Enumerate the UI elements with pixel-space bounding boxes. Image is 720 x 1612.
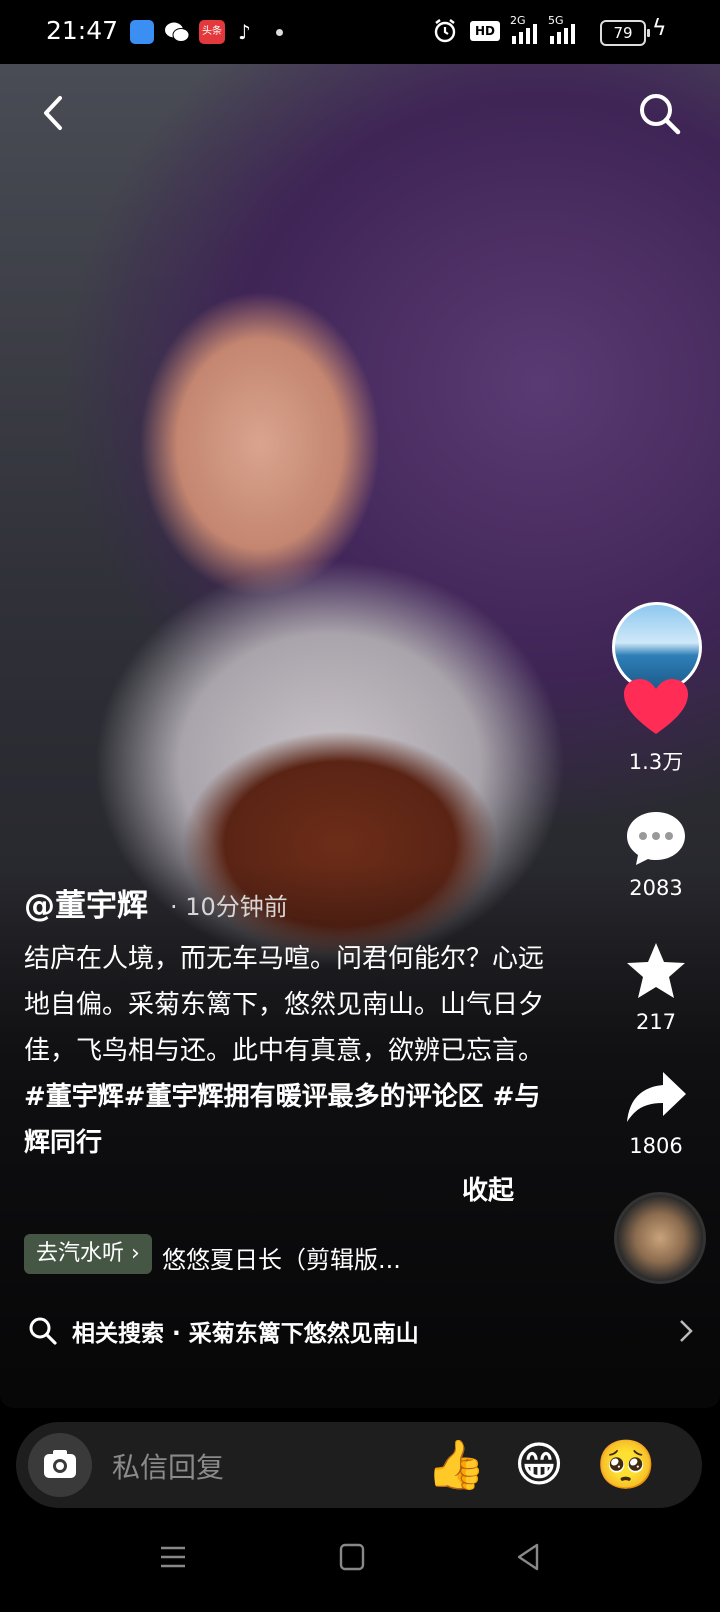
like-button[interactable]: 1.3万 [606, 676, 706, 776]
system-nav-bar [0, 1530, 720, 1612]
battery-indicator: 79 [600, 20, 650, 46]
home-nav-icon[interactable] [338, 1542, 366, 1572]
comment-button[interactable]: 2083 [606, 808, 706, 900]
hashtag-link[interactable]: #董宇辉拥有暖评最多的评论区 [124, 1082, 484, 1112]
music-title[interactable]: 悠悠夏日长（剪辑版... [162, 1240, 401, 1275]
star-icon [627, 943, 685, 998]
back-nav-icon[interactable] [514, 1542, 542, 1572]
music-disc[interactable] [614, 1192, 706, 1284]
music-chip-button[interactable]: 去汽水听 › [24, 1234, 152, 1274]
hashtag-link[interactable]: #董宇辉 [24, 1082, 124, 1112]
chevron-right-icon [680, 1320, 693, 1342]
post-caption: 结庐在人境，而无车马喧。问君何能尔？心远地自偏。采菊东篱下，悠然见南山。山气日夕… [24, 936, 544, 1166]
app-notification-icon [130, 20, 154, 44]
share-arrow-icon [627, 1072, 686, 1122]
related-search-label: 相关搜索 · 采菊东篱下悠然见南山 [72, 1321, 419, 1347]
comment-icon [627, 812, 685, 865]
thumbs-up-emoji-button[interactable]: 👍 [426, 1436, 486, 1494]
camera-button[interactable] [28, 1433, 92, 1497]
search-icon [640, 94, 681, 135]
author-name[interactable]: @董宇辉 [24, 880, 148, 925]
message-input-bar: 私信回复 👍 😁 🥺 [16, 1422, 702, 1508]
camera-icon [44, 1450, 76, 1478]
post-time: · 10分钟前 [170, 893, 288, 921]
share-count: 1806 [629, 1134, 683, 1158]
alarm-icon [434, 19, 456, 43]
status-bar: 21:47 头条 ♪ HD 2G 5G 79 ϟ [0, 0, 720, 64]
hd-icon: HD [470, 21, 500, 41]
share-button[interactable]: 1806 [606, 1068, 706, 1158]
like-count: 1.3万 [628, 750, 684, 774]
favorite-count: 217 [635, 1010, 677, 1034]
search-icon [29, 1317, 57, 1345]
back-arrow-icon [44, 96, 62, 130]
status-time: 21:47 [46, 16, 119, 45]
message-input[interactable]: 私信回复 [112, 1446, 224, 1486]
pleading-emoji-button[interactable]: 🥺 [596, 1436, 656, 1494]
favorite-button[interactable]: 217 [606, 940, 706, 1034]
back-button[interactable] [30, 88, 80, 138]
search-button[interactable] [634, 88, 686, 140]
heart-icon [624, 679, 688, 734]
chevron-right-icon: › [131, 1241, 140, 1266]
comment-count: 2083 [629, 876, 683, 900]
more-notifications-icon [276, 29, 283, 36]
grinning-emoji-button[interactable]: 😁 [510, 1436, 568, 1494]
related-search-bar[interactable]: 相关搜索 · 采菊东篱下悠然见南山 [0, 1300, 720, 1360]
collapse-button[interactable]: 收起 [462, 1170, 514, 1207]
signal-bars-icon [512, 24, 537, 44]
caption-text: 结庐在人境，而无车马喧。问君何能尔？心远地自偏。采菊东篱下，悠然见南山。山气日夕… [24, 944, 545, 1066]
charging-icon: ϟ [652, 16, 667, 41]
tiktok-icon: ♪ [238, 20, 251, 44]
video-player[interactable]: 1.3万 2083 217 1806 @董宇辉 · 10分钟前 结庐在人境，而无… [0, 64, 720, 1408]
signal-bars-5g-icon [550, 24, 575, 44]
music-chip-label: 去汽水听 [36, 1241, 125, 1266]
wechat-icon [164, 20, 190, 44]
menu-nav-icon[interactable] [158, 1544, 188, 1570]
toutiao-icon: 头条 [199, 20, 225, 44]
